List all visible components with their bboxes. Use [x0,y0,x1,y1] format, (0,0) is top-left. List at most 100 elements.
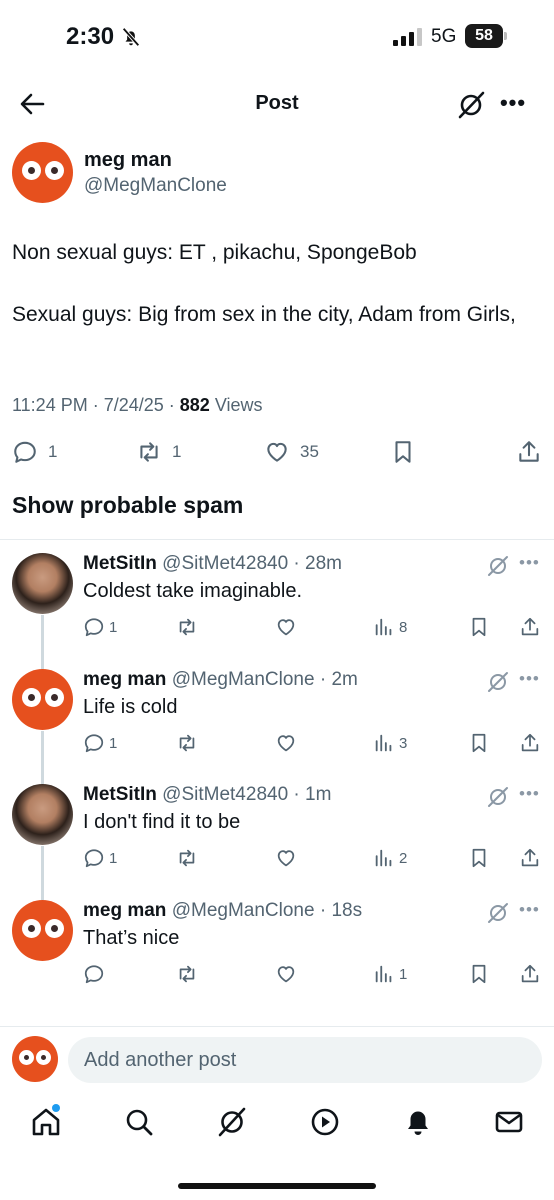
reply-author-handle[interactable]: @SitMet42840 [162,784,288,805]
grok-icon[interactable] [486,901,510,925]
tab-notifications[interactable] [402,1106,434,1138]
avatar[interactable] [12,784,73,845]
reply-time: 1m [305,784,332,805]
cell-signal-icon [393,28,422,46]
views-button[interactable]: 8 [373,615,407,639]
reply-button[interactable] [83,962,109,986]
more-icon[interactable]: ••• [519,553,543,573]
avatar [12,1036,58,1082]
grok-icon[interactable] [456,90,486,120]
reply-button[interactable]: 1 [12,437,57,467]
battery-level: 58 [465,24,503,48]
network-type: 5G [431,26,457,47]
tab-search[interactable] [123,1106,155,1138]
views-button[interactable]: 1 [373,962,407,986]
grok-icon[interactable] [486,670,510,694]
reply-item[interactable]: meg man @MegManClone · 18s ••• That’s ni… [0,887,554,1003]
share-button[interactable] [519,731,541,755]
reply-author-name[interactable]: MetSitIn [83,784,157,805]
reply-header: MetSitIn @SitMet42840 · 1m [83,784,332,805]
like-button[interactable] [275,615,297,639]
more-icon[interactable]: ••• [519,900,543,920]
reply-author-name[interactable]: meg man [83,669,166,690]
views-button[interactable]: 2 [373,846,407,870]
reply-header: MetSitIn @SitMet42840 · 28m [83,553,342,574]
reply-button[interactable]: 1 [83,846,117,870]
post-author[interactable]: meg man @MegManClone [12,142,542,206]
tab-video[interactable] [309,1106,341,1138]
share-icon [521,964,539,983]
home-indicator[interactable] [178,1183,376,1189]
reply-author-handle[interactable]: @MegManClone [172,669,315,690]
reply-item[interactable]: MetSitIn @SitMet42840 · 28m ••• Coldest … [0,540,554,656]
repost-button[interactable] [176,846,198,870]
bookmark-button[interactable] [468,731,490,755]
divider [0,1026,554,1027]
like-button[interactable] [275,962,297,986]
heart-icon [277,850,295,867]
reply-count: 1 [48,442,58,461]
bookmark-icon [472,848,486,868]
grok-icon[interactable] [486,554,510,578]
repost-icon [179,734,195,752]
more-icon[interactable]: ••• [519,669,543,689]
repost-button[interactable]: 1 [136,437,181,467]
share-icon [519,441,539,462]
author-name[interactable]: meg man [84,149,172,172]
more-icon[interactable]: ••• [498,91,528,119]
like-button[interactable] [275,846,297,870]
avatar[interactable] [12,900,73,961]
view-count: 3 [399,734,408,752]
avatar[interactable] [12,669,73,730]
tab-grok[interactable] [216,1106,248,1138]
reply-count: 1 [109,849,118,867]
share-button[interactable] [516,437,542,467]
analytics-icon [375,965,392,983]
reply-button[interactable]: 1 [83,615,117,639]
avatar-eye [45,161,64,180]
avatar-eye [22,919,41,938]
post-time: 11:24 PM [12,395,88,415]
avatar[interactable] [12,553,73,614]
messages-icon [495,1111,523,1133]
view-count: 1 [399,965,408,983]
reply-author-handle[interactable]: @SitMet42840 [162,553,288,574]
show-probable-spam[interactable]: Show probable spam [12,492,243,519]
tab-messages[interactable] [493,1106,525,1138]
repost-button[interactable] [176,731,198,755]
like-button[interactable]: 35 [264,437,319,467]
bookmark-icon [472,733,486,753]
reply-author-handle[interactable]: @MegManClone [172,900,315,921]
reply-item[interactable]: meg man @MegManClone · 2m ••• Life is co… [0,656,554,772]
avatar[interactable] [12,142,73,203]
repost-button[interactable] [176,615,198,639]
grok-icon[interactable] [486,785,510,809]
reply-button[interactable]: 1 [83,731,117,755]
like-button[interactable] [275,731,297,755]
views-button[interactable]: 3 [373,731,407,755]
bookmark-button[interactable] [390,437,416,467]
reply-author-name[interactable]: MetSitIn [83,553,157,574]
reply-author-name[interactable]: meg man [83,900,166,921]
more-icon[interactable]: ••• [519,784,543,804]
reply-count: 1 [109,734,118,752]
share-button[interactable] [519,962,541,986]
heart-icon [277,619,295,636]
reply-composer: Add another post [0,1028,554,1090]
bookmark-button[interactable] [468,615,490,639]
search-icon [126,1109,153,1136]
share-button[interactable] [519,846,541,870]
status-bar: 2:30 5G 58 [0,0,554,76]
author-handle[interactable]: @MegManClone [84,175,227,197]
bookmark-button[interactable] [468,846,490,870]
post-actions: 1 1 35 [0,437,554,471]
share-button[interactable] [519,615,541,639]
share-icon [521,617,539,636]
reply-item[interactable]: MetSitIn @SitMet42840 · 1m ••• I don't f… [0,771,554,887]
bookmark-button[interactable] [468,962,490,986]
views-count[interactable]: 882 [180,395,210,415]
repost-button[interactable] [176,962,198,986]
share-icon [521,848,539,867]
video-icon [311,1108,339,1136]
add-post-input[interactable]: Add another post [68,1037,542,1083]
